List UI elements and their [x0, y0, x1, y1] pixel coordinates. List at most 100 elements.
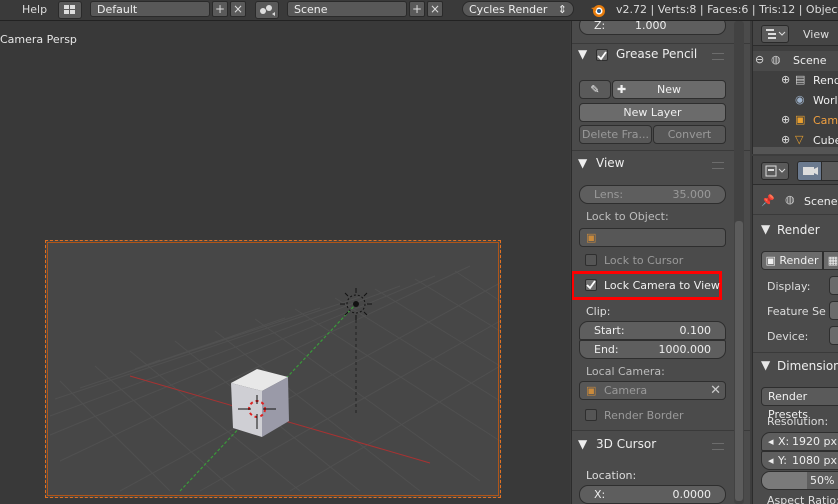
editor-type-icon[interactable] — [761, 162, 789, 180]
remove-screen-button[interactable]: × — [230, 1, 246, 17]
cube-icon: ▣ — [586, 384, 597, 397]
device-dropdown[interactable] — [829, 326, 838, 345]
collapse-arrow-icon: ▼ — [578, 437, 588, 451]
clip-end-field[interactable]: End: 1000.000 — [579, 340, 726, 359]
delete-frame-button[interactable]: Delete Fra... — [579, 125, 652, 144]
render-button[interactable]: ▣ Render — [761, 251, 823, 270]
grease-pencil-title: Grease Pencil — [616, 47, 698, 61]
render-layers-tab-icon[interactable] — [821, 161, 838, 181]
editor-type-icon[interactable] — [761, 25, 789, 43]
new-grease-pencil-button[interactable]: ✚ New — [612, 80, 726, 99]
divider — [572, 43, 750, 44]
decrement-arrow-icon[interactable]: ◂ — [768, 452, 774, 470]
outliner-row[interactable]: ◉ World — [753, 91, 838, 111]
outliner-scrollbar[interactable] — [753, 147, 838, 154]
panel-grip-icon[interactable] — [712, 162, 724, 169]
top-header-bar: Help Default + × Scene + × Cycles Render… — [0, 0, 838, 21]
divider — [753, 214, 838, 215]
render-layers-icon: ▤ — [795, 73, 806, 86]
render-engine-dropdown[interactable]: Cycles Render ⇕ — [462, 1, 574, 17]
3d-cursor-panel-title: 3D Cursor — [596, 437, 657, 451]
lock-to-cursor-checkbox[interactable] — [585, 254, 597, 266]
grease-pencil-panel-header[interactable]: ▼ Grease Pencil — [578, 47, 697, 65]
divider — [572, 150, 750, 151]
outliner-row[interactable]: ⊕ ▣ Came — [753, 111, 838, 131]
resolution-x-field[interactable]: ◂ X: 1920 px — [761, 432, 838, 451]
collapse-arrow-icon: ▼ — [578, 156, 588, 170]
outliner-row[interactable]: ⊖ ◍ Scene — [753, 51, 838, 71]
lock-to-object-field[interactable]: ▣ — [579, 228, 726, 247]
lock-camera-to-view-label[interactable]: Lock Camera to View — [604, 279, 720, 292]
location-z-field[interactable]: Z: 1.000 — [579, 21, 726, 35]
clip-start-field[interactable]: Start: 0.100 — [579, 321, 726, 340]
render-panel-title: Render — [777, 223, 820, 237]
cube-icon: ▣ — [586, 231, 597, 244]
lock-camera-to-view-checkbox[interactable] — [585, 279, 597, 291]
render-border-label: Render Border — [604, 409, 684, 422]
lock-to-object-label: Lock to Object: — [586, 210, 669, 223]
grease-pencil-brush-button[interactable]: ✎ — [579, 80, 611, 99]
3d-viewport[interactable]: Camera Persp — [0, 21, 570, 504]
mesh-icon: ▽ — [795, 133, 804, 146]
divider — [572, 430, 750, 431]
display-label: Display: — [767, 280, 811, 293]
new-layer-button[interactable]: New Layer — [579, 103, 726, 122]
scene-field[interactable]: Scene — [287, 1, 407, 17]
add-scene-button[interactable]: + — [409, 1, 425, 17]
render-tab-camera-icon[interactable] — [797, 161, 823, 181]
convert-button[interactable]: Convert — [653, 125, 726, 144]
percentage-fill — [762, 472, 807, 489]
outliner-view-menu[interactable]: View — [803, 28, 829, 41]
expand-plus-icon[interactable]: ⊕ — [781, 113, 790, 126]
resolution-y-field[interactable]: ◂ Y: 1080 px — [761, 451, 838, 470]
scene-icon: ◍ — [771, 53, 781, 66]
world-icon: ◉ — [795, 93, 805, 106]
expand-plus-icon[interactable]: ⊕ — [781, 133, 790, 146]
resolution-percentage-slider[interactable]: 50% — [761, 471, 838, 490]
collapse-minus-icon[interactable]: ⊖ — [755, 53, 764, 66]
local-camera-label: Local Camera: — [586, 365, 665, 378]
view-panel-header[interactable]: ▼ View — [578, 156, 624, 174]
blender-logo-icon — [590, 2, 606, 21]
grease-pencil-checkbox[interactable] — [596, 49, 608, 61]
collapse-arrow-icon[interactable]: ▼ — [761, 222, 770, 236]
lens-field[interactable]: Lens: 35.000 — [579, 185, 726, 204]
scene-icon[interactable] — [255, 1, 279, 19]
camera-frame — [45, 240, 501, 498]
3d-cursor-panel-header[interactable]: ▼ 3D Cursor — [578, 437, 656, 455]
scene-stats: v2.72 | Verts:8 | Faces:6 | Tris:12 | Ob… — [616, 3, 838, 16]
remove-scene-button[interactable]: × — [427, 1, 443, 17]
properties-editor: 📌 ◍ Scene ▼ Render ▣ Render ▦ Display: F… — [752, 156, 838, 504]
clip-label: Clip: — [586, 305, 611, 318]
render-animation-button[interactable]: ▦ — [823, 251, 838, 270]
pin-icon[interactable]: 📌 — [761, 194, 775, 207]
decrement-arrow-icon[interactable]: ◂ — [768, 433, 774, 451]
panel-scrollbar-thumb[interactable] — [735, 221, 743, 501]
view-panel-title: View — [596, 156, 625, 170]
help-menu[interactable]: Help — [22, 3, 47, 16]
viewport-properties-panel: Z: 1.000 ▼ Grease Pencil ✎ ✚ New New Lay… — [571, 21, 750, 504]
display-dropdown[interactable] — [829, 276, 838, 295]
render-presets-dropdown[interactable]: Render Presets — [761, 387, 838, 421]
divider — [753, 352, 838, 353]
add-screen-button[interactable]: + — [212, 1, 228, 17]
pencil-icon: ✎ — [590, 83, 600, 96]
aspect-ratio-label: Aspect Ratio: — [767, 494, 838, 504]
screen-layout-icon[interactable] — [58, 1, 82, 19]
screen-layout-field[interactable]: Default — [90, 1, 210, 17]
render-camera-icon: ▣ — [765, 254, 776, 267]
collapse-arrow-icon[interactable]: ▼ — [761, 358, 770, 372]
cursor-x-field[interactable]: X: 0.0000 — [579, 485, 726, 504]
clear-field-icon[interactable]: ✕ — [710, 382, 721, 400]
context-scene-label: Scene — [804, 195, 838, 208]
expand-plus-icon[interactable]: ⊕ — [781, 73, 790, 86]
outliner-row[interactable]: ⊕ ▤ Rend — [753, 71, 838, 91]
feature-set-dropdown[interactable] — [829, 301, 838, 320]
feature-set-label: Feature Se — [767, 305, 826, 318]
panel-grip-icon[interactable] — [712, 443, 724, 450]
device-label: Device: — [767, 330, 809, 343]
dropdown-arrows-icon: ⇕ — [557, 3, 567, 16]
render-border-checkbox[interactable] — [585, 409, 597, 421]
panel-grip-icon[interactable] — [712, 53, 724, 60]
local-camera-field[interactable]: ▣ Camera ✕ — [579, 381, 726, 400]
